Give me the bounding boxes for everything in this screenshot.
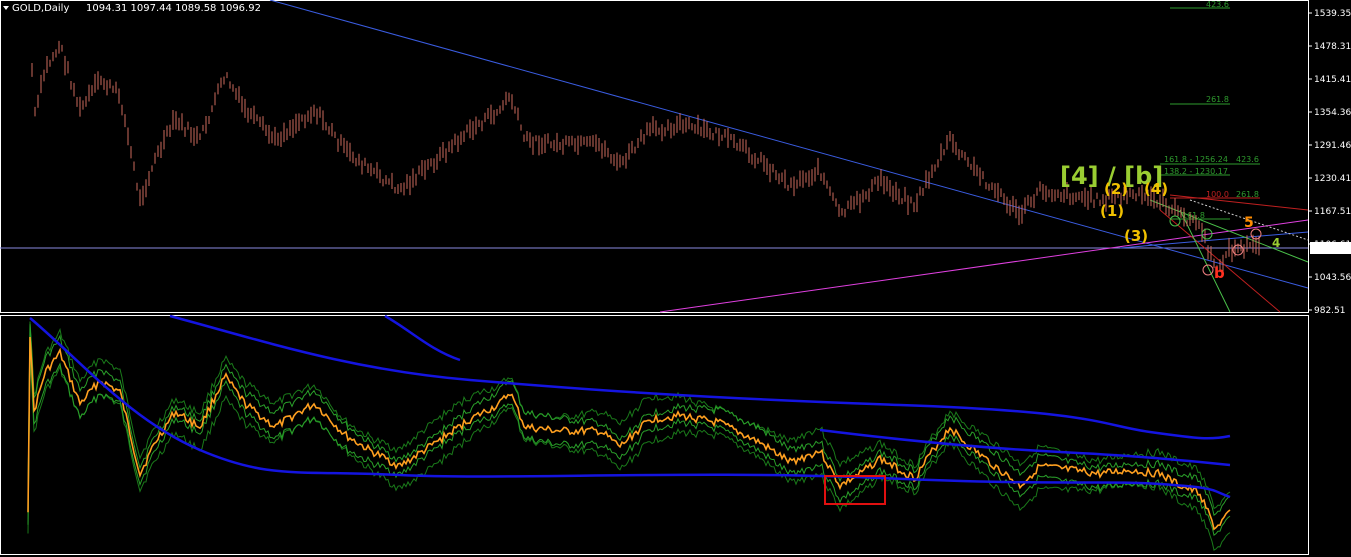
chart-canvas[interactable]: GOLD,Daily 1094.31 1097.44 1089.58 1096.… (0, 0, 1351, 557)
wave-label: (3) (1124, 227, 1148, 245)
current-price-tag: 1096.92 (1310, 242, 1351, 254)
price-pane[interactable] (0, 0, 1309, 313)
current-price-label: 1096.92 (1313, 244, 1350, 254)
price-axis-label: 1539.35 (1314, 9, 1351, 19)
wave-label: (2) (1104, 180, 1128, 198)
fib-label: 100.0 (1206, 190, 1229, 199)
price-axis: 1539.35 1478.31 1415.41 1354.36 1291.46 1230.… (1308, 9, 1351, 316)
fib-label: 138.2 - 1230.17 (1164, 167, 1228, 176)
price-axis-label: 1167.51 (1314, 207, 1351, 217)
fib-label: 423.6 (1236, 155, 1259, 164)
chart-header: GOLD,Daily 1094.31 1097.44 1089.58 1096.… (3, 3, 261, 14)
fib-label: 261.8 (1236, 190, 1259, 199)
wave-label: b (1214, 264, 1225, 282)
fib-label: 423.6 (1206, 0, 1229, 9)
price-axis-label: 1415.41 (1314, 75, 1351, 85)
wave-label: 4 (1272, 236, 1280, 250)
wave-label: (4) (1144, 180, 1168, 198)
indicator-pane[interactable] (0, 315, 1309, 555)
wave-label: (1) (1100, 202, 1124, 220)
price-axis-label: 1354.36 (1314, 108, 1351, 118)
fib-label: 261.8 (1206, 95, 1229, 104)
fib-label: 161.8 - 1256.24 (1164, 155, 1228, 164)
wave-label: 5 (1244, 215, 1254, 231)
price-axis-label: 982.51 (1314, 306, 1346, 316)
price-axis-label: 1291.46 (1314, 141, 1351, 151)
symbol-timeframe: GOLD,Daily (12, 3, 69, 14)
price-axis-label: 1043.56 (1314, 273, 1351, 283)
ohlc-readout: 1094.31 1097.44 1089.58 1096.92 (86, 3, 261, 14)
price-axis-label: 1478.31 (1314, 42, 1351, 52)
price-axis-label: 1230.41 (1314, 174, 1351, 184)
